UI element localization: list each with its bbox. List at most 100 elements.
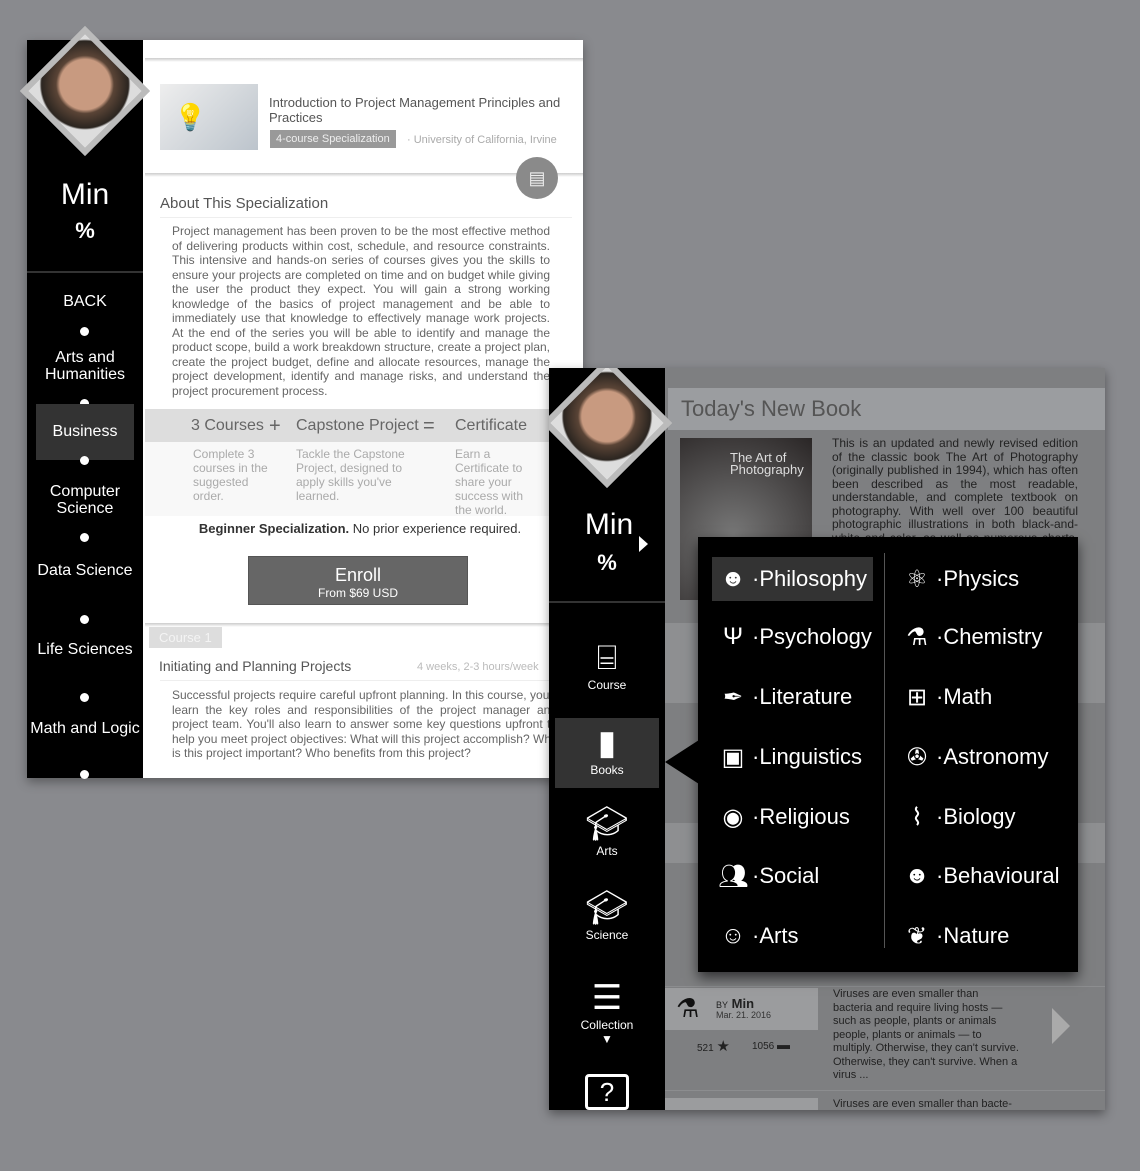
sidebar-label: Course xyxy=(587,678,627,692)
nav-math-logic[interactable]: Math and Logic xyxy=(27,720,143,737)
sidebar: Min % BACK Arts and Humanities Business … xyxy=(19,25,151,779)
formula-bar: 3 Courses + Capstone Project = Certifica… xyxy=(145,409,583,442)
menu-item-math[interactable]: ⊞ ·Math xyxy=(896,675,998,719)
menu-item-label: ·Behavioural xyxy=(936,863,1060,888)
capstone-desc: Tackle the Capstone Project, designed to… xyxy=(296,447,405,503)
leaf-icon: ❦ xyxy=(906,922,928,950)
by-label: BY xyxy=(716,1000,729,1010)
menu-item-linguistics[interactable]: ▣ ·Linguistics xyxy=(712,735,868,779)
formula-courses: 3 Courses xyxy=(191,417,264,434)
menu-item-philosophy[interactable]: ☻ ·Philosophy xyxy=(712,557,873,601)
nav-computer-science[interactable]: Computer Science xyxy=(27,483,143,517)
author-name: Min xyxy=(731,996,755,1011)
atom-icon: ⚛ xyxy=(906,565,928,593)
sidebar-label: Collection xyxy=(580,1018,634,1032)
avatar[interactable] xyxy=(19,25,151,157)
category-menu: ☻ ·Philosophy Ψ ·Psychology ✒ ·Literature ▣ ·Li… xyxy=(698,537,1078,972)
save-folder-button[interactable]: ▤ xyxy=(516,157,558,199)
speech-icon: ▣ xyxy=(721,743,745,771)
head-icon: ☻ xyxy=(720,565,746,592)
people-icon: 👥︎ xyxy=(718,862,749,890)
telescope-icon: ✇ xyxy=(906,743,928,771)
calculator-icon: ⊞ xyxy=(906,683,928,711)
book-description: This is an updated and newly revised edi… xyxy=(832,437,1078,537)
equals-sign: = xyxy=(423,415,435,437)
star-count[interactable]: 521 ★ xyxy=(697,1037,730,1055)
nav-arts-humanities[interactable]: Arts and Humanities xyxy=(27,349,143,383)
post-date: Mar. 21. 2016 xyxy=(716,1010,772,1020)
menu-item-label: ·Astronomy xyxy=(936,744,1049,769)
dna-icon: ⌇ xyxy=(911,803,923,831)
sidebar-item-collection[interactable]: ☰ Collection ▼ xyxy=(555,978,659,1046)
header-title: Today's New Book xyxy=(681,396,862,421)
enroll-label: Enroll xyxy=(334,565,382,585)
flask-icon: ⚗ xyxy=(676,993,700,1023)
avatar[interactable] xyxy=(549,368,673,489)
menu-item-social[interactable]: 👥︎ ·Social xyxy=(712,854,825,898)
head-gear-icon: ☻ xyxy=(904,862,930,889)
ring-icon: ◉ xyxy=(722,803,744,831)
enroll-button[interactable]: Enroll From $69 USD xyxy=(248,556,468,605)
course-thumbnail: 💡 xyxy=(160,84,258,150)
formula-capstone: Capstone Project xyxy=(296,417,419,434)
graduation-cap-icon: 🎓︎ xyxy=(585,805,629,843)
menu-item-label: ·Linguistics xyxy=(752,744,863,769)
nav-life-sciences[interactable]: Life Sciences xyxy=(27,641,143,658)
sidebar-item-course[interactable]: ⌸ Course xyxy=(555,638,659,692)
menu-item-label: ·Social xyxy=(752,863,820,888)
nav-business[interactable]: Business xyxy=(36,404,134,460)
menu-item-label: ·Philosophy xyxy=(752,566,867,591)
enroll-price: From $69 USD xyxy=(317,586,399,600)
course-screen: Min % BACK Arts and Humanities Business … xyxy=(19,25,583,779)
menu-item-label: ·Literature xyxy=(752,684,853,709)
menu-item-biology[interactable]: ⌇ ·Biology xyxy=(896,795,1021,839)
menu-item-label: ·Math xyxy=(936,684,993,709)
sidebar-item-books[interactable]: ▮ Books xyxy=(555,718,659,788)
menu-item-label: ·Arts xyxy=(752,923,799,948)
menu-item-physics[interactable]: ⚛ ·Physics xyxy=(896,557,1025,601)
menu-item-label: ·Chemistry xyxy=(936,624,1043,649)
sidebar-label: Books xyxy=(590,763,624,777)
menu-item-behavioural[interactable]: ☻ ·Behavioural xyxy=(896,854,1066,898)
next-arrow-icon[interactable] xyxy=(1052,1008,1070,1044)
post-text: Viruses are even smaller than bacteria a… xyxy=(833,988,1019,1081)
folder-icon: ▬ xyxy=(777,1037,791,1052)
menu-item-nature[interactable]: ❦ ·Nature xyxy=(896,914,1015,958)
plus-sign: + xyxy=(269,415,281,437)
header-bar: Today's New Book xyxy=(668,388,1105,430)
book-cover-title: The Art of Photography xyxy=(730,450,804,477)
certificate-desc: Earn a Certificate to share your success… xyxy=(455,447,524,517)
books-screen: Today's New Book The Art of Photography … xyxy=(549,368,1105,1110)
presentation-icon: ⌸ xyxy=(596,639,618,677)
sidebar-item-arts[interactable]: 🎓︎ Arts xyxy=(555,804,659,858)
menu-item-astronomy[interactable]: ✇ ·Astronomy xyxy=(896,735,1054,779)
sidebar-label: Arts xyxy=(596,844,618,858)
course-title[interactable]: Introduction to Project Management Princ… xyxy=(269,95,574,125)
level-note: Beginner Specialization. No prior experi… xyxy=(145,521,575,536)
graduation-cap-icon: 🎓︎ xyxy=(585,889,629,927)
menu-item-chemistry[interactable]: ⚗ ·Chemistry xyxy=(896,615,1048,659)
save-count[interactable]: 1056 ▬ xyxy=(752,1037,790,1052)
user-name: Min xyxy=(584,508,634,541)
post-author: BY Min xyxy=(716,996,754,1011)
menu-item-label: ·Nature xyxy=(936,923,1010,948)
menu-item-psychology[interactable]: Ψ ·Psychology xyxy=(712,615,878,659)
nav-back[interactable]: BACK xyxy=(27,293,143,310)
user-name: Min xyxy=(60,178,110,211)
star-icon: ★ xyxy=(716,1038,730,1055)
menu-item-label: ·Religious xyxy=(752,804,850,829)
menu-item-arts[interactable]: ☺ ·Arts xyxy=(712,914,804,958)
course-tag: Course 1 xyxy=(149,627,222,648)
menu-item-literature[interactable]: ✒ ·Literature xyxy=(712,675,858,719)
nav-data-science[interactable]: Data Science xyxy=(27,562,143,579)
course1-title[interactable]: Initiating and Planning Projects xyxy=(159,658,351,674)
courses-desc: Complete 3 courses in the suggested orde… xyxy=(193,447,268,503)
book-icon: ▮ xyxy=(597,724,617,762)
course1-text: Successful projects require careful upfr… xyxy=(172,688,557,760)
menu-item-religious[interactable]: ◉ ·Religious xyxy=(712,795,856,839)
help-button[interactable]: ? xyxy=(555,1074,659,1110)
sidebar-item-science[interactable]: 🎓︎ Science xyxy=(555,888,659,942)
specialization-badge: 4-course Specialization xyxy=(270,130,396,148)
help-icon: ? xyxy=(585,1074,629,1110)
percent-badge-icon: % xyxy=(597,550,617,575)
